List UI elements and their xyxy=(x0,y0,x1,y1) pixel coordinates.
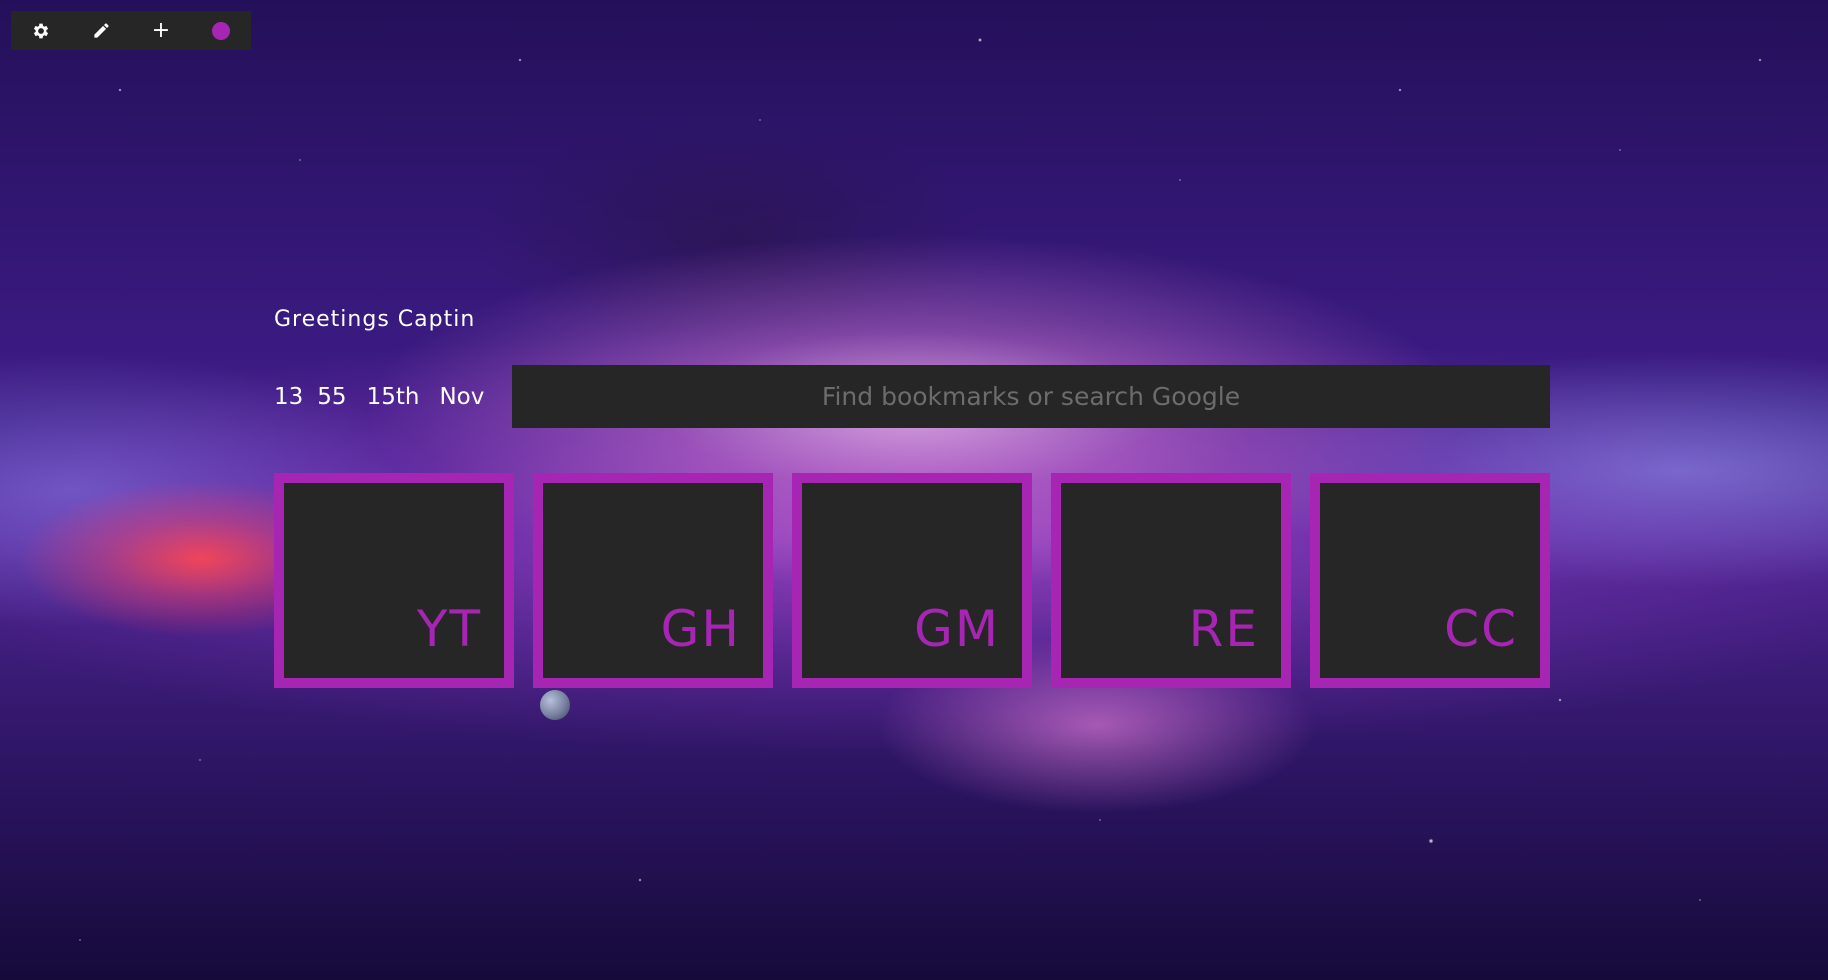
bookmark-label: GM xyxy=(914,600,1000,658)
edit-button[interactable] xyxy=(71,11,131,50)
bookmark-label: GH xyxy=(660,600,741,658)
bookmark-tile-re[interactable]: RE xyxy=(1051,473,1291,688)
toolbar: + xyxy=(11,11,251,50)
bookmark-label: RE xyxy=(1188,600,1259,658)
gear-icon xyxy=(33,23,49,38)
plus-icon: + xyxy=(151,17,171,43)
clock-hours: 13 xyxy=(274,384,304,410)
bookmark-label: CC xyxy=(1444,600,1518,658)
bookmark-tile-gm[interactable]: GM xyxy=(792,473,1032,688)
bookmark-label: YT xyxy=(416,600,482,658)
bookmark-grid: YT GH GM RE CC xyxy=(274,473,1550,688)
bookmark-tile-gh[interactable]: GH xyxy=(533,473,773,688)
theme-color-button[interactable] xyxy=(191,11,251,50)
settings-button[interactable] xyxy=(11,11,71,50)
clock-month: Nov xyxy=(439,384,485,410)
bookmark-tile-cc[interactable]: CC xyxy=(1310,473,1550,688)
clock: 13 55 15th Nov xyxy=(274,382,484,412)
clock-day: 15th xyxy=(366,384,420,410)
clock-minutes: 55 xyxy=(317,384,347,410)
add-bookmark-button[interactable]: + xyxy=(131,11,191,50)
bookmark-tile-yt[interactable]: YT xyxy=(274,473,514,688)
color-dot-icon xyxy=(212,21,230,40)
greeting-text: Greetings Captin xyxy=(274,307,476,332)
planet-decoration xyxy=(540,690,570,720)
search-input[interactable] xyxy=(512,365,1550,428)
pencil-icon xyxy=(93,23,109,38)
